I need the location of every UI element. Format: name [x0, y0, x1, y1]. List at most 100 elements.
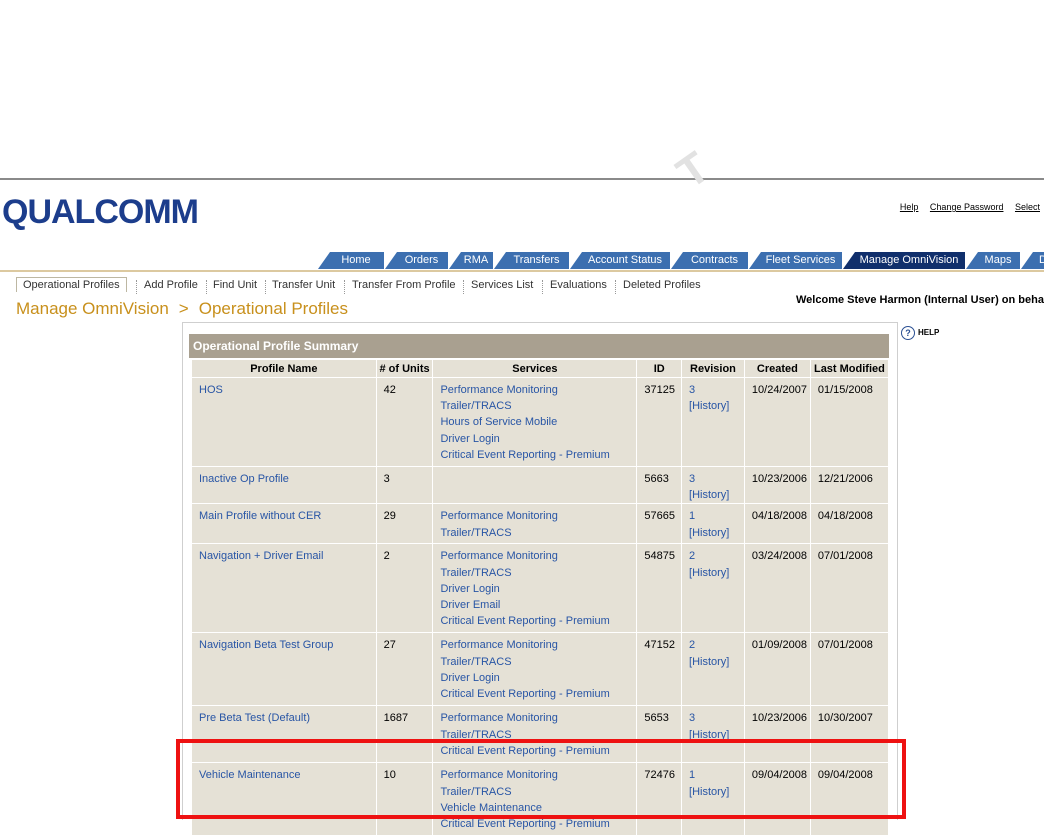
service-link[interactable]: Performance Monitoring — [440, 382, 630, 398]
created-cell: 10/23/2006 — [744, 467, 810, 504]
top-divider — [0, 178, 1044, 180]
created-cell: 03/24/2008 — [744, 544, 810, 633]
subnav-evaluations[interactable]: Evaluations — [550, 279, 607, 291]
created-cell-value: 04/18/2008 — [751, 510, 807, 523]
table-row: Main Profile without CER 29 Performance Mo… — [192, 504, 888, 544]
profile-name-cell-value[interactable]: Inactive Op Profile — [199, 473, 289, 485]
service-link[interactable]: Performance Monitoring — [440, 508, 630, 524]
column-header-last-modified: Last Modified — [810, 360, 888, 377]
id-cell: 54875 — [637, 544, 682, 633]
profile-name-cell-value[interactable]: Pre Beta Test (Default) — [199, 712, 310, 724]
service-link[interactable]: Critical Event Reporting - Premium — [440, 686, 630, 702]
summary-title: Operational Profile Summary — [189, 334, 889, 358]
units-cell-value: 29 — [383, 510, 396, 523]
units-cell: 2 — [376, 544, 433, 633]
column-header-services: Services — [433, 360, 637, 377]
subnav-transfer-unit[interactable]: Transfer Unit — [272, 279, 335, 291]
service-link[interactable]: Performance Monitoring — [440, 710, 630, 726]
service-link[interactable]: Critical Event Reporting - Premium — [440, 447, 630, 463]
revision-cell-value[interactable]: 2 [History] — [689, 639, 729, 667]
service-link[interactable]: Performance Monitoring — [440, 548, 630, 564]
subnav-find-unit[interactable]: Find Unit — [213, 279, 257, 291]
id-cell: 57665 — [637, 504, 682, 544]
id-cell: 5663 — [637, 467, 682, 504]
service-link[interactable]: Trailer/TRACS — [440, 525, 630, 541]
profile-name-cell: Inactive Op Profile — [192, 467, 376, 504]
id-cell-value: 54875 — [644, 550, 675, 563]
profile-name-cell-value[interactable]: Main Profile without CER — [199, 510, 321, 522]
service-link[interactable]: Trailer/TRACS — [440, 398, 630, 414]
welcome-message: Welcome Steve Harmon (Internal User) on … — [796, 294, 1044, 306]
subnav-separator — [542, 280, 543, 294]
help-link[interactable]: Help — [900, 202, 919, 212]
units-cell-value: 27 — [383, 639, 396, 652]
last-modified-cell-value: 04/18/2008 — [817, 510, 873, 523]
change-password-link[interactable]: Change Password — [930, 202, 1004, 212]
tab-do[interactable]: Do — [1021, 252, 1044, 269]
select-link[interactable]: Select — [1015, 202, 1040, 212]
id-cell-value: 5663 — [644, 473, 669, 485]
id-cell-value: 47152 — [644, 639, 675, 652]
table-row: Navigation Beta Test Group 27 Performance … — [192, 633, 888, 706]
subnav-services-list[interactable]: Services List — [471, 279, 533, 291]
revision-cell-value[interactable]: 3 [History] — [689, 712, 729, 740]
service-link[interactable]: Driver Login — [440, 670, 630, 686]
breadcrumb-page: Operational Profiles — [198, 299, 349, 318]
service-link[interactable]: Trailer/TRACS — [440, 565, 630, 581]
help-button[interactable]: ? HELP — [901, 326, 939, 340]
subnav-transfer-from-profile[interactable]: Transfer From Profile — [352, 279, 456, 291]
last-modified-cell: 04/18/2008 — [810, 504, 888, 544]
subnav-separator — [463, 280, 464, 294]
units-cell-value: 1687 — [383, 712, 409, 725]
services-cell: Performance Monitoring Trailer/TRACS Drive… — [433, 544, 637, 633]
qualcomm-logo: QUALCOMM — [2, 193, 199, 231]
units-cell: 29 — [376, 504, 433, 544]
profile-name-cell: Navigation Beta Test Group — [192, 633, 376, 706]
profile-name-cell: HOS — [192, 378, 376, 466]
revision-cell-value[interactable]: 1 [History] — [689, 510, 729, 538]
column-header-revision: Revision — [682, 360, 744, 377]
tab-home[interactable]: Home — [318, 252, 384, 269]
subnav-separator — [265, 280, 266, 294]
table-header-row: Profile Name # of Units Services ID Revi… — [192, 360, 888, 377]
units-cell: 27 — [376, 633, 433, 706]
service-link[interactable]: Driver Login — [440, 431, 630, 447]
revision-cell: 3 [History] — [682, 467, 744, 504]
revision-cell-value[interactable]: 3 [History] — [689, 384, 729, 412]
service-link[interactable]: Trailer/TRACS — [440, 654, 630, 670]
service-link[interactable]: Hours of Service Mobile — [440, 414, 630, 430]
tab-account-status[interactable]: Account Status — [570, 252, 670, 269]
profile-name-cell: Navigation + Driver Email — [192, 544, 376, 633]
created-cell-value: 10/24/2007 — [751, 384, 807, 396]
highlight-box — [176, 739, 906, 819]
tab-contracts[interactable]: Contracts — [671, 252, 748, 269]
column-header-units: # of Units — [376, 360, 433, 377]
revision-cell-value[interactable]: 3 [History] — [689, 473, 729, 501]
units-cell-value: 2 — [383, 550, 390, 563]
tab-orders[interactable]: Orders — [385, 252, 448, 269]
tab-fleet-services[interactable]: Fleet Services — [749, 252, 842, 269]
subnav-operational-profiles[interactable]: Operational Profiles — [16, 277, 127, 292]
tab-maps[interactable]: Maps — [966, 252, 1020, 269]
tab-transfers[interactable]: Transfers — [494, 252, 569, 269]
profile-name-cell-value[interactable]: HOS — [199, 384, 223, 396]
created-cell-value: 01/09/2008 — [751, 639, 807, 652]
service-link[interactable]: Critical Event Reporting - Premium — [440, 613, 630, 629]
tab-manage-omnivision[interactable]: Manage OmniVision — [843, 252, 965, 269]
profile-name-cell-value[interactable]: Navigation + Driver Email — [199, 550, 323, 562]
column-header-created: Created — [744, 360, 810, 377]
tab-rma[interactable]: RMA — [449, 252, 493, 269]
units-cell-value: 42 — [383, 384, 396, 396]
service-link[interactable]: Performance Monitoring — [440, 637, 630, 653]
service-link[interactable]: Driver Login — [440, 581, 630, 597]
breadcrumb-section[interactable]: Manage OmniVision — [16, 299, 169, 318]
revision-cell-value[interactable]: 2 [History] — [689, 550, 729, 578]
subnav-add-profile[interactable]: Add Profile — [144, 279, 198, 291]
table-row: Inactive Op Profile 3 5663 3 [History] 10/23… — [192, 467, 888, 504]
created-cell-value: 10/23/2006 — [751, 712, 807, 725]
subnav-deleted-profiles[interactable]: Deleted Profiles — [623, 279, 701, 291]
profile-name-cell-value[interactable]: Navigation Beta Test Group — [199, 639, 333, 651]
service-link[interactable]: Driver Email — [440, 597, 630, 613]
breadcrumb-separator: > — [178, 299, 189, 318]
services-cell: Performance Monitoring Trailer/TRACS — [433, 504, 637, 544]
